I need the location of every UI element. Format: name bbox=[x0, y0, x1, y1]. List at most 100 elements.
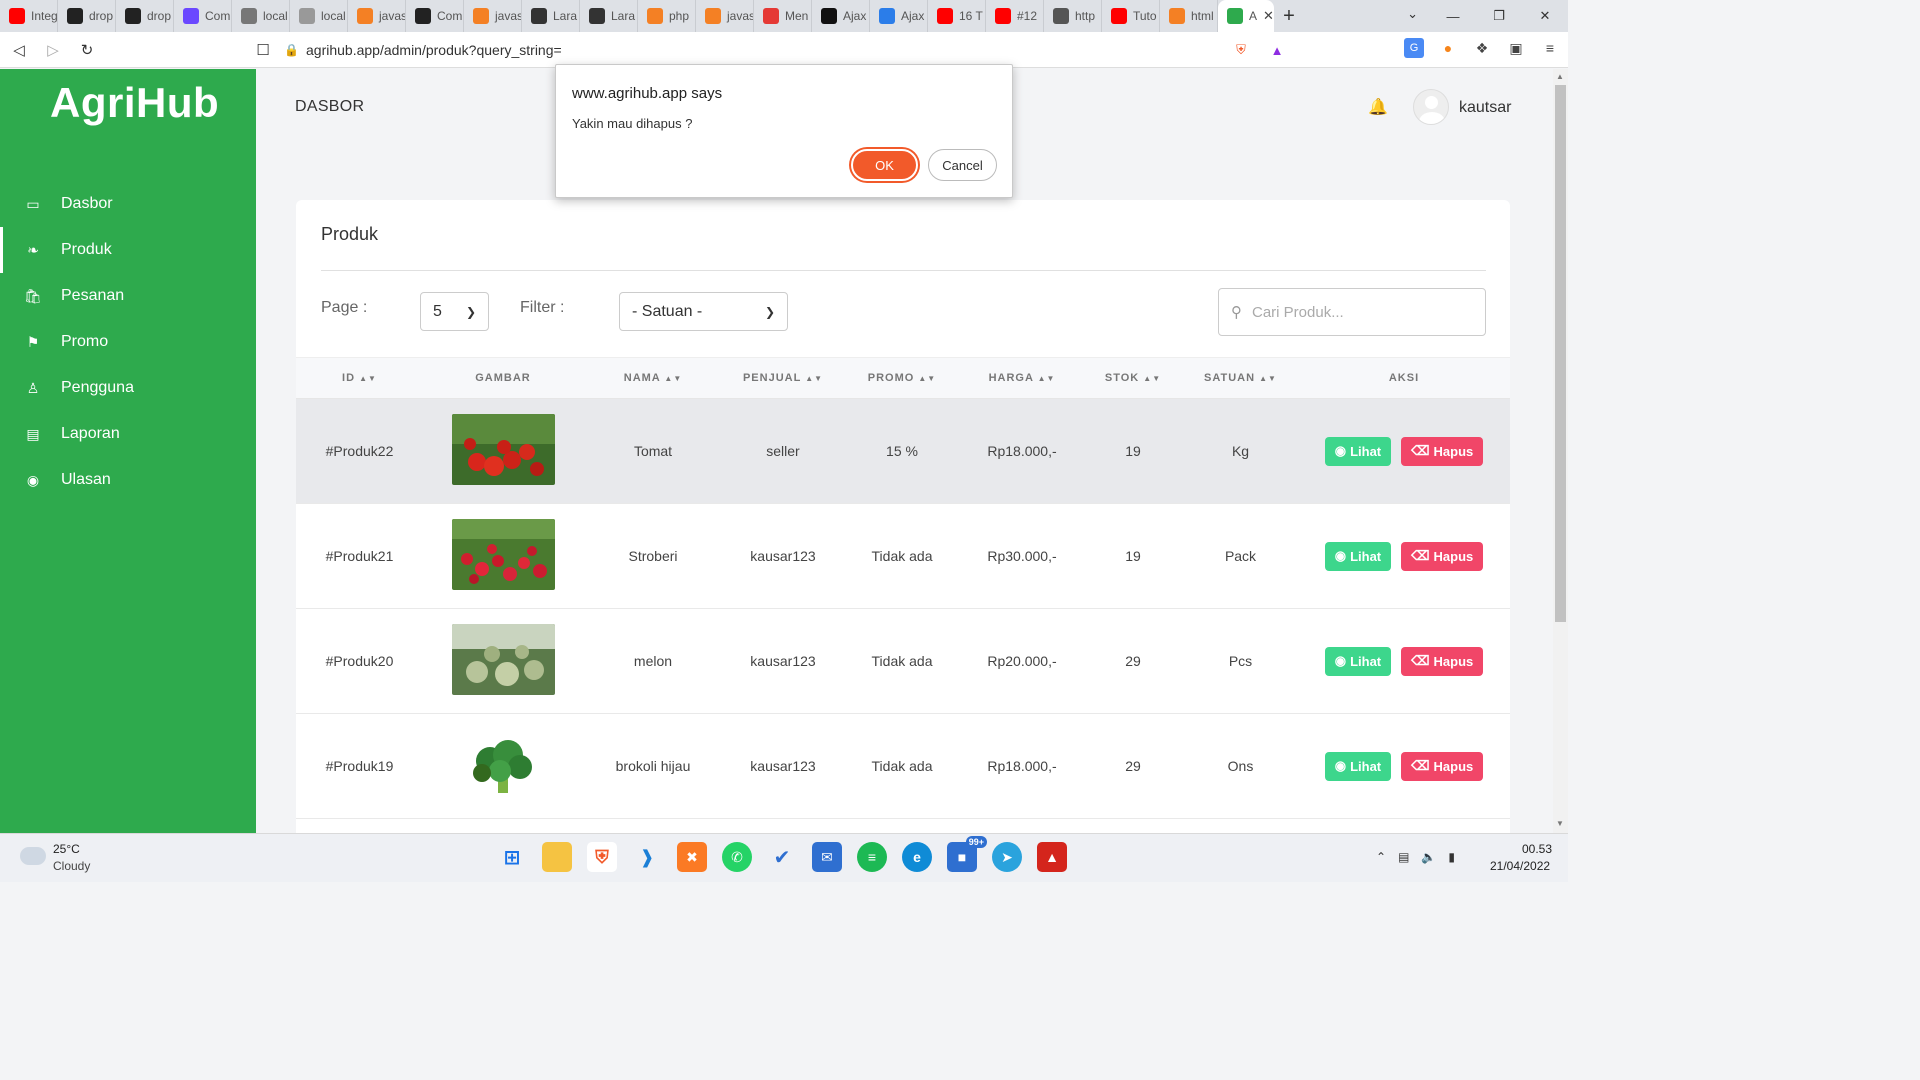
sidebar-item-promo[interactable]: ⚑ Promo bbox=[0, 319, 256, 365]
view-button[interactable]: ◉ Lihat bbox=[1324, 751, 1392, 781]
browser-tab[interactable]: Integ bbox=[0, 0, 58, 32]
whatsapp-icon[interactable]: ✆ bbox=[722, 842, 752, 872]
clock-date[interactable]: 21/04/2022 bbox=[1490, 859, 1550, 873]
tab-search-icon[interactable]: ⌄ bbox=[1407, 6, 1418, 22]
browser-tab[interactable]: javas bbox=[348, 0, 406, 32]
tab-title: A bbox=[1249, 9, 1258, 23]
browser-tab[interactable]: Men bbox=[754, 0, 812, 32]
column-header-id[interactable]: ID ▲▼ bbox=[296, 358, 423, 399]
eye-icon: ◉ bbox=[1334, 653, 1347, 668]
browser-tab[interactable]: 16 T bbox=[928, 0, 986, 32]
windows-start-icon[interactable]: ⊞ bbox=[497, 842, 527, 872]
delete-button[interactable]: ⌫ Hapus bbox=[1401, 436, 1484, 466]
page-select[interactable]: 5 ❯ bbox=[420, 292, 489, 331]
translate-icon[interactable]: G bbox=[1404, 38, 1424, 58]
file-explorer-icon[interactable] bbox=[542, 842, 572, 872]
delete-button[interactable]: ⌫ Hapus bbox=[1401, 541, 1484, 571]
browser-tab[interactable]: #12 bbox=[986, 0, 1044, 32]
forward-icon[interactable]: ▷ bbox=[38, 35, 68, 65]
minimize-icon[interactable]: — bbox=[1430, 0, 1476, 32]
browser-tab[interactable]: Ajax bbox=[812, 0, 870, 32]
network-icon[interactable]: ▤ bbox=[1398, 850, 1409, 864]
telegram-icon[interactable]: ➤ bbox=[992, 842, 1022, 872]
brave-shield-icon[interactable]: ⛨ bbox=[1232, 41, 1250, 59]
browser-tab[interactable]: Tuto bbox=[1102, 0, 1160, 32]
browser-tab[interactable]: Com bbox=[406, 0, 464, 32]
sidebar-item-dasbor[interactable]: ▭ Dasbor bbox=[0, 181, 256, 227]
browser-tab[interactable]: javas bbox=[696, 0, 754, 32]
brave-rewards-icon[interactable]: ▲ bbox=[1268, 41, 1286, 59]
address-bar[interactable]: 🔒 agrihub.app/admin/produk?query_string=… bbox=[270, 36, 1298, 64]
delete-button[interactable]: ⌫ Hapus bbox=[1401, 751, 1484, 781]
column-header-satuan[interactable]: SATUAN ▲▼ bbox=[1183, 358, 1298, 399]
mail-icon[interactable]: ✉ bbox=[812, 842, 842, 872]
back-icon[interactable]: ◁ bbox=[4, 35, 34, 65]
scroll-up-icon[interactable]: ▲ bbox=[1556, 72, 1564, 81]
column-header-promo[interactable]: PROMO ▲▼ bbox=[843, 358, 961, 399]
column-header-nama[interactable]: NAMA ▲▼ bbox=[583, 358, 723, 399]
grid-icon bbox=[1053, 8, 1069, 24]
browser-tab[interactable]: local bbox=[290, 0, 348, 32]
todo-icon[interactable]: ✔ bbox=[767, 842, 797, 872]
browser-tab[interactable]: html bbox=[1160, 0, 1218, 32]
bell-icon[interactable]: 🔔 bbox=[1368, 97, 1388, 117]
acrobat-icon[interactable]: ▲ bbox=[1037, 842, 1067, 872]
restore-icon[interactable]: ❐ bbox=[1476, 0, 1522, 32]
cancel-button[interactable]: Cancel bbox=[928, 149, 997, 181]
brave-browser-icon[interactable]: ⛨ bbox=[587, 842, 617, 872]
browser-tab[interactable]: http bbox=[1044, 0, 1102, 32]
edge-icon[interactable]: e bbox=[902, 842, 932, 872]
page-scrollbar[interactable]: ▲ ▼ bbox=[1553, 69, 1568, 833]
sidebar-item-pesanan[interactable]: 🛍 Pesanan bbox=[0, 273, 256, 319]
view-button[interactable]: ◉ Lihat bbox=[1324, 541, 1392, 571]
close-window-icon[interactable]: ✕ bbox=[1522, 0, 1568, 32]
browser-tab[interactable]: drop bbox=[116, 0, 174, 32]
filter-select[interactable]: - Satuan - ❯ bbox=[619, 292, 788, 331]
battery-icon[interactable]: ▮ bbox=[1448, 850, 1455, 864]
volume-icon[interactable]: 🔈 bbox=[1421, 850, 1436, 864]
clock-time[interactable]: 00.53 bbox=[1522, 842, 1552, 856]
browser-tab[interactable]: local bbox=[232, 0, 290, 32]
vscode-icon[interactable]: ❱ bbox=[632, 842, 662, 872]
browser-tab[interactable]: drop bbox=[58, 0, 116, 32]
report-icon: ▤ bbox=[26, 425, 40, 442]
new-tab-button[interactable]: + bbox=[1274, 5, 1304, 28]
close-tab-icon[interactable]: ✕ bbox=[1263, 8, 1274, 24]
reload-icon[interactable]: ↻ bbox=[72, 35, 102, 65]
sidebar-item-laporan[interactable]: ▤ Laporan bbox=[0, 411, 256, 457]
wallet-icon[interactable]: ▣ bbox=[1506, 38, 1526, 58]
username[interactable]: kautsar bbox=[1459, 99, 1511, 117]
sidebar-item-pengguna[interactable]: ♙ Pengguna bbox=[0, 365, 256, 411]
browser-tab[interactable]: Com bbox=[174, 0, 232, 32]
browser-tab[interactable]: Ajax bbox=[870, 0, 928, 32]
chevron-up-icon[interactable]: ⌃ bbox=[1376, 850, 1386, 864]
view-button[interactable]: ◉ Lihat bbox=[1324, 436, 1392, 466]
weather-temp[interactable]: 25°C bbox=[53, 842, 80, 856]
tab-title: Com bbox=[437, 9, 463, 23]
teams-icon[interactable]: ■ 99+ bbox=[947, 836, 987, 872]
puzzle-icon[interactable]: ❖ bbox=[1472, 38, 1492, 58]
active-browser-tab[interactable]: A ✕ bbox=[1218, 0, 1274, 32]
cloud-icon[interactable] bbox=[20, 847, 46, 865]
metamask-icon[interactable]: ● bbox=[1438, 38, 1458, 58]
browser-tab[interactable]: Lara bbox=[580, 0, 638, 32]
scrollbar-thumb[interactable] bbox=[1555, 85, 1566, 622]
view-button[interactable]: ◉ Lihat bbox=[1324, 646, 1392, 676]
browser-tab[interactable]: javas bbox=[464, 0, 522, 32]
column-header-harga[interactable]: HARGA ▲▼ bbox=[961, 358, 1083, 399]
search-input[interactable] bbox=[1252, 303, 1462, 321]
column-header-penjual[interactable]: PENJUAL ▲▼ bbox=[723, 358, 843, 399]
weather-desc[interactable]: Cloudy bbox=[53, 859, 90, 873]
xampp-icon[interactable]: ✖ bbox=[677, 842, 707, 872]
browser-tab[interactable]: php bbox=[638, 0, 696, 32]
menu-icon[interactable]: ≡ bbox=[1540, 38, 1560, 58]
spotify-icon[interactable]: ≡ bbox=[857, 842, 887, 872]
delete-button[interactable]: ⌫ Hapus bbox=[1401, 646, 1484, 676]
avatar[interactable] bbox=[1413, 89, 1449, 125]
ok-button[interactable]: OK bbox=[851, 149, 918, 181]
browser-tab[interactable]: Lara bbox=[522, 0, 580, 32]
sidebar-item-produk[interactable]: ❧ Produk bbox=[0, 227, 256, 273]
scroll-down-icon[interactable]: ▼ bbox=[1556, 819, 1564, 828]
sidebar-item-ulasan[interactable]: ◉ Ulasan bbox=[0, 457, 256, 503]
column-header-stok[interactable]: STOK ▲▼ bbox=[1083, 358, 1183, 399]
